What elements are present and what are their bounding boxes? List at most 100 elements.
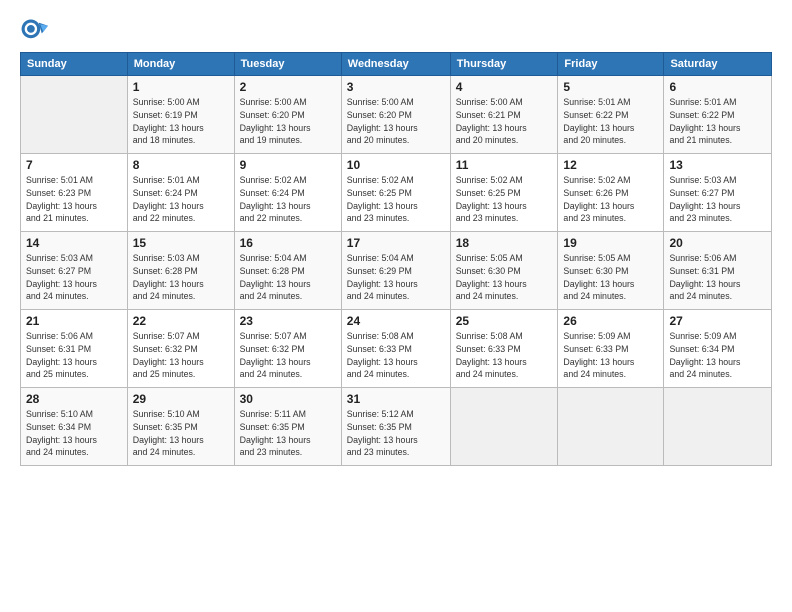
day-number: 20: [669, 236, 766, 250]
day-info: Sunrise: 5:01 AMSunset: 6:22 PMDaylight:…: [563, 96, 658, 147]
calendar-week-2: 14 Sunrise: 5:03 AMSunset: 6:27 PMDayligh…: [21, 232, 772, 310]
day-number: 6: [669, 80, 766, 94]
calendar-cell: 28Sunrise: 5:10 AMSunset: 6:34 PMDayligh…: [21, 388, 128, 466]
calendar-cell: 9 Sunrise: 5:02 AMSunset: 6:24 PMDaylight…: [234, 154, 341, 232]
day-info: Sunrise: 5:07 AMSunset: 6:32 PMDaylight:…: [240, 330, 336, 381]
calendar-cell: [21, 76, 128, 154]
day-info: Sunrise: 5:05 AMSunset: 6:30 PMDaylight:…: [456, 252, 553, 303]
day-number: 14: [26, 236, 122, 250]
calendar-cell: 15Sunrise: 5:03 AMSunset: 6:28 PMDayligh…: [127, 232, 234, 310]
day-info: Sunrise: 5:06 AMSunset: 6:31 PMDaylight:…: [669, 252, 766, 303]
calendar-week-4: 28Sunrise: 5:10 AMSunset: 6:34 PMDayligh…: [21, 388, 772, 466]
day-info: Sunrise: 5:10 AMSunset: 6:34 PMDaylight:…: [26, 408, 122, 459]
day-info: Sunrise: 5:00 AMSunset: 6:19 PMDaylight:…: [133, 96, 229, 147]
calendar-cell: 16 Sunrise: 5:04 AMSunset: 6:28 PMDayligh…: [234, 232, 341, 310]
logo-icon: [20, 18, 48, 46]
day-info: Sunrise: 5:04 AMSunset: 6:28 PMDaylight:…: [240, 252, 336, 303]
calendar-cell: 4 Sunrise: 5:00 AMSunset: 6:21 PMDaylight…: [450, 76, 558, 154]
weekday-header-saturday: Saturday: [664, 53, 772, 76]
calendar-week-0: 1 Sunrise: 5:00 AMSunset: 6:19 PMDaylight…: [21, 76, 772, 154]
day-number: 18: [456, 236, 553, 250]
calendar-cell: 20 Sunrise: 5:06 AMSunset: 6:31 PMDayligh…: [664, 232, 772, 310]
day-number: 2: [240, 80, 336, 94]
day-info: Sunrise: 5:02 AMSunset: 6:24 PMDaylight:…: [240, 174, 336, 225]
calendar-cell: 12 Sunrise: 5:02 AMSunset: 6:26 PMDayligh…: [558, 154, 664, 232]
calendar-cell: 8Sunrise: 5:01 AMSunset: 6:24 PMDaylight…: [127, 154, 234, 232]
calendar-cell: 10Sunrise: 5:02 AMSunset: 6:25 PMDayligh…: [341, 154, 450, 232]
day-number: 31: [347, 392, 445, 406]
day-info: Sunrise: 5:08 AMSunset: 6:33 PMDaylight:…: [456, 330, 553, 381]
day-number: 5: [563, 80, 658, 94]
day-info: Sunrise: 5:09 AMSunset: 6:33 PMDaylight:…: [563, 330, 658, 381]
day-info: Sunrise: 5:01 AMSunset: 6:22 PMDaylight:…: [669, 96, 766, 147]
logo: [20, 18, 52, 46]
day-number: 12: [563, 158, 658, 172]
day-info: Sunrise: 5:00 AMSunset: 6:21 PMDaylight:…: [456, 96, 553, 147]
day-number: 11: [456, 158, 553, 172]
day-info: Sunrise: 5:11 AMSunset: 6:35 PMDaylight:…: [240, 408, 336, 459]
day-number: 30: [240, 392, 336, 406]
day-info: Sunrise: 5:05 AMSunset: 6:30 PMDaylight:…: [563, 252, 658, 303]
day-info: Sunrise: 5:09 AMSunset: 6:34 PMDaylight:…: [669, 330, 766, 381]
weekday-header-thursday: Thursday: [450, 53, 558, 76]
calendar-cell: 26 Sunrise: 5:09 AMSunset: 6:33 PMDayligh…: [558, 310, 664, 388]
calendar-cell: 3 Sunrise: 5:00 AMSunset: 6:20 PMDaylight…: [341, 76, 450, 154]
calendar-week-1: 7 Sunrise: 5:01 AMSunset: 6:23 PMDaylight…: [21, 154, 772, 232]
page: SundayMondayTuesdayWednesdayThursdayFrid…: [0, 0, 792, 612]
day-info: Sunrise: 5:02 AMSunset: 6:26 PMDaylight:…: [563, 174, 658, 225]
calendar-cell: 1 Sunrise: 5:00 AMSunset: 6:19 PMDaylight…: [127, 76, 234, 154]
calendar-cell: [558, 388, 664, 466]
day-info: Sunrise: 5:03 AMSunset: 6:27 PMDaylight:…: [26, 252, 122, 303]
calendar-cell: 25 Sunrise: 5:08 AMSunset: 6:33 PMDayligh…: [450, 310, 558, 388]
calendar-body: 1 Sunrise: 5:00 AMSunset: 6:19 PMDaylight…: [21, 76, 772, 466]
day-number: 26: [563, 314, 658, 328]
weekday-header-sunday: Sunday: [21, 53, 128, 76]
day-number: 4: [456, 80, 553, 94]
calendar-cell: 23Sunrise: 5:07 AMSunset: 6:32 PMDayligh…: [234, 310, 341, 388]
calendar-header: SundayMondayTuesdayWednesdayThursdayFrid…: [21, 53, 772, 76]
calendar-cell: 19 Sunrise: 5:05 AMSunset: 6:30 PMDayligh…: [558, 232, 664, 310]
day-number: 22: [133, 314, 229, 328]
day-info: Sunrise: 5:07 AMSunset: 6:32 PMDaylight:…: [133, 330, 229, 381]
calendar-cell: 7 Sunrise: 5:01 AMSunset: 6:23 PMDaylight…: [21, 154, 128, 232]
day-info: Sunrise: 5:12 AMSunset: 6:35 PMDaylight:…: [347, 408, 445, 459]
weekday-row: SundayMondayTuesdayWednesdayThursdayFrid…: [21, 53, 772, 76]
day-number: 3: [347, 80, 445, 94]
weekday-header-tuesday: Tuesday: [234, 53, 341, 76]
day-number: 24: [347, 314, 445, 328]
calendar-cell: 31 Sunrise: 5:12 AMSunset: 6:35 PMDayligh…: [341, 388, 450, 466]
day-info: Sunrise: 5:04 AMSunset: 6:29 PMDaylight:…: [347, 252, 445, 303]
day-number: 27: [669, 314, 766, 328]
header: [20, 18, 772, 46]
calendar-cell: 14 Sunrise: 5:03 AMSunset: 6:27 PMDayligh…: [21, 232, 128, 310]
calendar-cell: 22 Sunrise: 5:07 AMSunset: 6:32 PMDayligh…: [127, 310, 234, 388]
calendar-cell: [664, 388, 772, 466]
day-number: 9: [240, 158, 336, 172]
day-info: Sunrise: 5:01 AMSunset: 6:23 PMDaylight:…: [26, 174, 122, 225]
calendar-cell: 11 Sunrise: 5:02 AMSunset: 6:25 PMDayligh…: [450, 154, 558, 232]
calendar-cell: [450, 388, 558, 466]
day-info: Sunrise: 5:08 AMSunset: 6:33 PMDaylight:…: [347, 330, 445, 381]
calendar-cell: 13Sunrise: 5:03 AMSunset: 6:27 PMDayligh…: [664, 154, 772, 232]
calendar-cell: 24 Sunrise: 5:08 AMSunset: 6:33 PMDayligh…: [341, 310, 450, 388]
day-info: Sunrise: 5:03 AMSunset: 6:27 PMDaylight:…: [669, 174, 766, 225]
calendar-cell: 29Sunrise: 5:10 AMSunset: 6:35 PMDayligh…: [127, 388, 234, 466]
day-number: 16: [240, 236, 336, 250]
weekday-header-friday: Friday: [558, 53, 664, 76]
calendar-week-3: 21Sunrise: 5:06 AMSunset: 6:31 PMDayligh…: [21, 310, 772, 388]
day-number: 29: [133, 392, 229, 406]
day-info: Sunrise: 5:00 AMSunset: 6:20 PMDaylight:…: [347, 96, 445, 147]
calendar-cell: 6 Sunrise: 5:01 AMSunset: 6:22 PMDaylight…: [664, 76, 772, 154]
day-number: 19: [563, 236, 658, 250]
day-info: Sunrise: 5:02 AMSunset: 6:25 PMDaylight:…: [456, 174, 553, 225]
day-number: 8: [133, 158, 229, 172]
day-number: 25: [456, 314, 553, 328]
day-number: 7: [26, 158, 122, 172]
calendar-cell: 21Sunrise: 5:06 AMSunset: 6:31 PMDayligh…: [21, 310, 128, 388]
calendar-table: SundayMondayTuesdayWednesdayThursdayFrid…: [20, 52, 772, 466]
day-number: 1: [133, 80, 229, 94]
day-info: Sunrise: 5:00 AMSunset: 6:20 PMDaylight:…: [240, 96, 336, 147]
calendar-cell: 5 Sunrise: 5:01 AMSunset: 6:22 PMDaylight…: [558, 76, 664, 154]
day-info: Sunrise: 5:03 AMSunset: 6:28 PMDaylight:…: [133, 252, 229, 303]
calendar-cell: 2 Sunrise: 5:00 AMSunset: 6:20 PMDaylight…: [234, 76, 341, 154]
